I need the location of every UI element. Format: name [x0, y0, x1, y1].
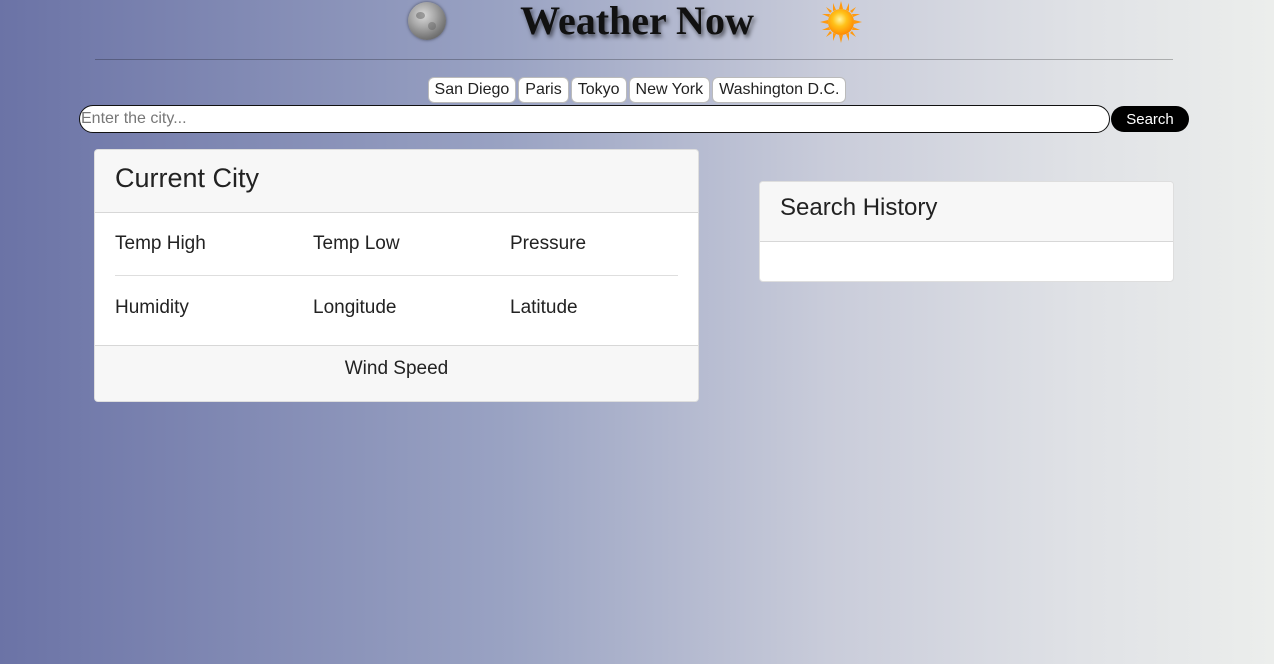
current-city-title: Current City	[95, 150, 698, 213]
app-header: Weather Now	[0, 0, 1274, 44]
search-history-title: Search History	[760, 182, 1173, 242]
city-button-new-york[interactable]: New York	[628, 77, 711, 103]
weather-row-1: Temp High Temp Low Pressure	[115, 213, 678, 276]
temp-high-label: Temp High	[115, 233, 206, 254]
city-search-input[interactable]	[79, 105, 1110, 133]
latitude-label: Latitude	[510, 297, 578, 318]
humidity-label: Humidity	[115, 297, 189, 318]
search-button[interactable]: Search	[1111, 106, 1189, 132]
search-history-list	[760, 242, 1173, 281]
search-history-card: Search History	[759, 181, 1174, 282]
sun-icon	[820, 1, 862, 43]
longitude-label: Longitude	[313, 297, 397, 318]
search-bar: Search	[79, 105, 1189, 133]
city-quick-select: San Diego Paris Tokyo New York Washingto…	[0, 77, 1274, 103]
page-title: Weather Now	[520, 0, 754, 43]
city-button-washington-dc[interactable]: Washington D.C.	[712, 77, 847, 103]
city-button-paris[interactable]: Paris	[518, 77, 569, 103]
temp-low-label: Temp Low	[313, 233, 400, 254]
header-divider	[95, 59, 1173, 60]
city-button-san-diego[interactable]: San Diego	[427, 77, 517, 103]
pressure-label: Pressure	[510, 233, 587, 254]
current-city-card: Current City Temp High Temp Low Pressure…	[94, 149, 699, 402]
weather-row-2: Humidity Longitude Latitude	[115, 277, 678, 340]
wind-speed-label: Wind Speed	[95, 345, 698, 401]
city-button-tokyo[interactable]: Tokyo	[570, 77, 627, 103]
